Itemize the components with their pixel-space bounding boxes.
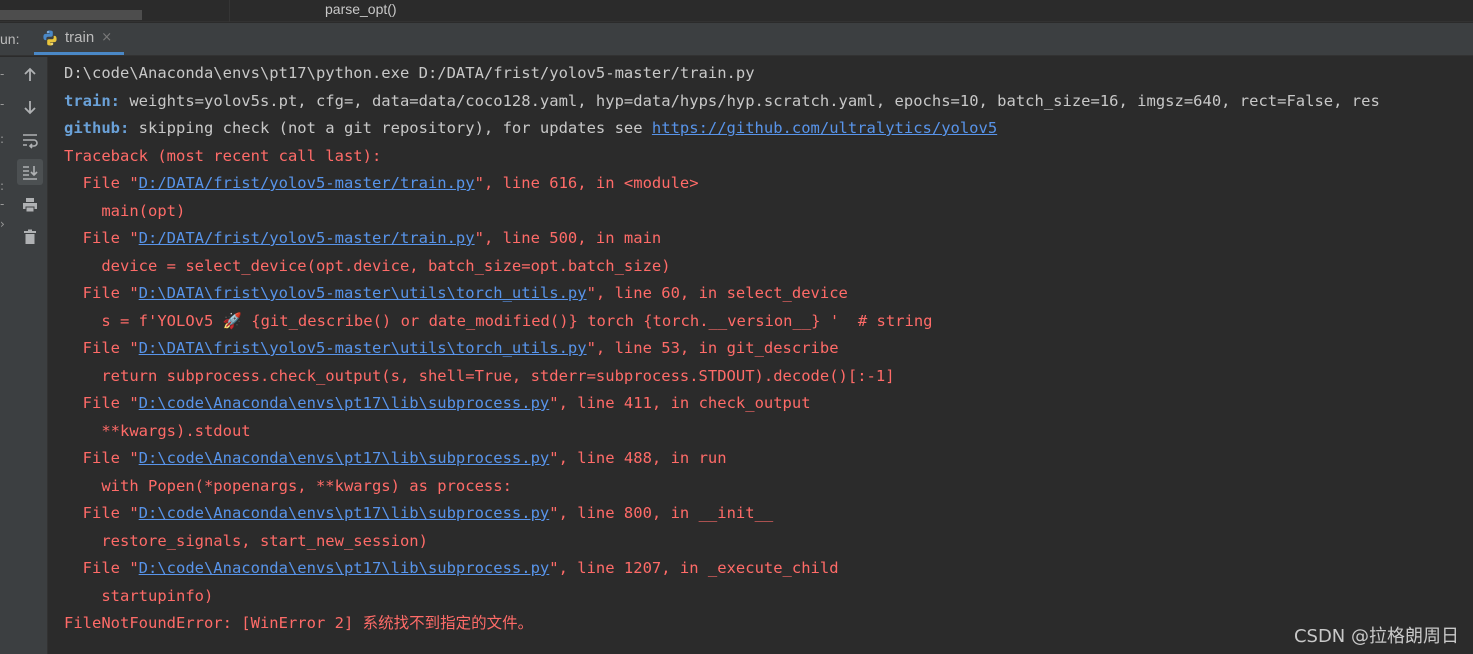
console-text: ", line 500, in main (474, 229, 662, 247)
file-link[interactable]: D:\code\Anaconda\envs\pt17\lib\subproces… (139, 504, 550, 522)
console-line: File "D:\DATA\frist\yolov5-master\utils\… (64, 280, 1473, 308)
console-text: ", line 411, in check_output (549, 394, 811, 412)
console-text: File " (64, 394, 139, 412)
edge-glyph-icon: : (0, 179, 5, 193)
run-tool-window-header: un: train × (0, 23, 1473, 56)
console-text: File " (64, 504, 139, 522)
console-line: with Popen(*popenargs, **kwargs) as proc… (64, 473, 1473, 501)
edge-glyph-icon: - (0, 97, 5, 111)
file-link[interactable]: D:\DATA\frist\yolov5-master\utils\torch_… (139, 284, 587, 302)
console-text: File " (64, 284, 139, 302)
console-text: s = f'YOLOv5 🚀 {git_describe() or date_m… (64, 311, 933, 330)
console-text: ", line 616, in <module> (474, 174, 699, 192)
console-output[interactable]: D:\code\Anaconda\envs\pt17\python.exe D:… (64, 60, 1473, 654)
console-text: ", line 488, in run (549, 449, 727, 467)
console-line: File "D:/DATA/frist/yolov5-master/train.… (64, 170, 1473, 198)
console-line: **kwargs).stdout (64, 418, 1473, 446)
console-text: ", line 1207, in _execute_child (549, 559, 839, 577)
console-text: return subprocess.check_output(s, shell=… (64, 366, 895, 385)
edge-glyph-icon: - (0, 67, 5, 81)
console-line: FileNotFoundError: [WinError 2] 系统找不到指定的… (64, 610, 1473, 638)
console-text: device = select_device(opt.device, batch… (64, 256, 671, 275)
console-line: File "D:/DATA/frist/yolov5-master/train.… (64, 225, 1473, 253)
console-text: skipping check (not a git repository), f… (138, 119, 652, 137)
scroll-to-end-button[interactable] (17, 159, 43, 185)
clear-all-button[interactable] (17, 224, 43, 250)
console-line: return subprocess.check_output(s, shell=… (64, 363, 1473, 391)
console-line: File "D:\code\Anaconda\envs\pt17\lib\sub… (64, 555, 1473, 583)
console-line: startupinfo) (64, 583, 1473, 611)
down-button[interactable] (17, 94, 43, 120)
console-text: main(opt) (64, 201, 186, 220)
console-line: File "D:\code\Anaconda\envs\pt17\lib\sub… (64, 500, 1473, 528)
log-prefix: github: (64, 119, 139, 137)
console-text: with Popen(*popenargs, **kwargs) as proc… (64, 476, 512, 495)
console-text: restore_signals, start_new_session) (64, 531, 428, 550)
console-line: device = select_device(opt.device, batch… (64, 253, 1473, 281)
file-link[interactable]: D:\code\Anaconda\envs\pt17\lib\subproces… (139, 559, 550, 577)
console-line: main(opt) (64, 198, 1473, 226)
console-text: File " (64, 339, 139, 357)
file-link[interactable]: D:/DATA/frist/yolov5-master/train.py (139, 229, 475, 247)
edge-glyph-icon: › (0, 217, 5, 231)
console-text: ", line 60, in select_device (586, 284, 848, 302)
soft-wrap-icon (23, 134, 38, 149)
file-link[interactable]: https://github.com/ultralytics/yolov5 (652, 119, 997, 137)
console-text: ", line 800, in __init__ (549, 504, 774, 522)
tab-train[interactable]: train × (34, 23, 124, 55)
console-line: File "D:\code\Anaconda\envs\pt17\lib\sub… (64, 445, 1473, 473)
console-text: D:\code\Anaconda\envs\pt17\python.exe D:… (64, 64, 755, 82)
console-line: s = f'YOLOv5 🚀 {git_describe() or date_m… (64, 308, 1473, 336)
horizontal-scrollbar-thumb[interactable] (0, 10, 142, 20)
watermark: CSDN @拉格朗周日 (1293, 626, 1459, 647)
console-text: ", line 53, in git_describe (586, 339, 839, 357)
print-icon (23, 198, 37, 213)
python-icon (43, 30, 57, 45)
console-line: restore_signals, start_new_session) (64, 528, 1473, 556)
console-text: **kwargs).stdout (64, 421, 251, 440)
run-toolbar (10, 57, 48, 654)
file-link[interactable]: D:\code\Anaconda\envs\pt17\lib\subproces… (139, 449, 550, 467)
console-text: startupinfo) (64, 586, 214, 605)
tab-label: train (65, 29, 95, 46)
scroll-to-end-icon (23, 166, 38, 180)
console-text: File " (64, 174, 139, 192)
up-button[interactable] (17, 62, 43, 88)
edge-glyph-icon: : (0, 132, 5, 146)
editor-code-line: parse_opt() (325, 1, 397, 17)
editor-gutter-divider (229, 0, 230, 22)
console-text: FileNotFoundError: [WinError 2] 系统找不到指定的… (64, 614, 534, 632)
print-button[interactable] (17, 192, 43, 218)
edge-glyph-icon: - (0, 197, 5, 211)
arrow-up-icon (24, 67, 36, 81)
console-line: train: weights=yolov5s.pt, cfg=, data=da… (64, 88, 1473, 116)
trash-icon (24, 229, 36, 244)
arrow-down-icon (24, 101, 36, 115)
console-text: Traceback (most recent call last): (64, 146, 382, 165)
console-line: Traceback (most recent call last): (64, 143, 1473, 171)
soft-wrap-button[interactable] (17, 127, 43, 153)
console-line: File "D:\code\Anaconda\envs\pt17\lib\sub… (64, 390, 1473, 418)
console-line: github: skipping check (not a git reposi… (64, 115, 1473, 143)
console-text: File " (64, 229, 139, 247)
console-text: File " (64, 449, 139, 467)
console-text: weights=yolov5s.pt, cfg=, data=data/coco… (129, 91, 1380, 110)
editor-strip: parse_opt() (0, 0, 1473, 22)
left-edge-strip: - - : : - › (0, 57, 10, 654)
log-prefix: train: (64, 91, 130, 110)
console-line: File "D:\DATA\frist\yolov5-master\utils\… (64, 335, 1473, 363)
file-link[interactable]: D:\code\Anaconda\envs\pt17\lib\subproces… (139, 394, 550, 412)
console-line: D:\code\Anaconda\envs\pt17\python.exe D:… (64, 60, 1473, 88)
file-link[interactable]: D:/DATA/frist/yolov5-master/train.py (139, 174, 475, 192)
run-label: un: (0, 31, 20, 47)
file-link[interactable]: D:\DATA\frist\yolov5-master\utils\torch_… (139, 339, 587, 357)
close-icon[interactable]: × (101, 30, 112, 45)
console-text: File " (64, 559, 139, 577)
